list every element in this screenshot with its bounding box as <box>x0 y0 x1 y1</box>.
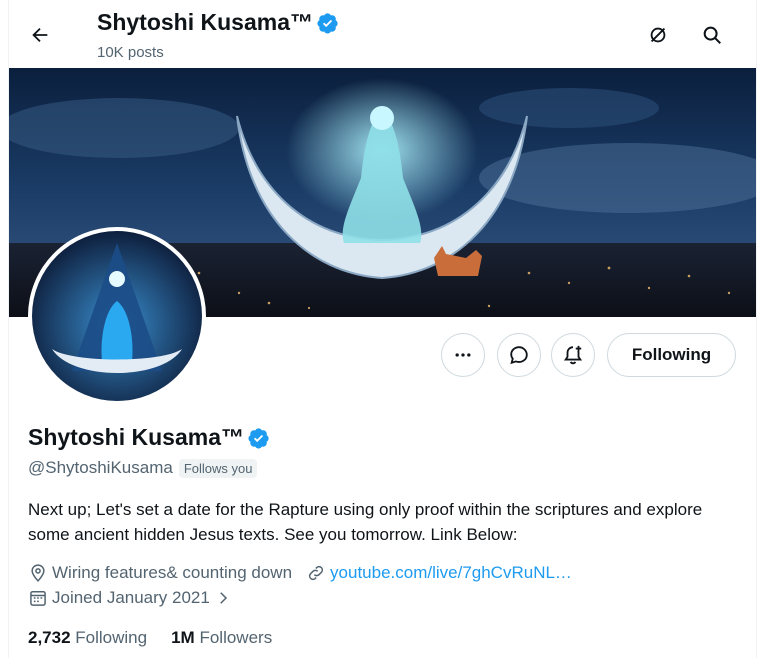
handle-row: @ShytoshiKusama Follows you <box>28 458 258 478</box>
profile-handle: @ShytoshiKusama <box>28 458 173 477</box>
location-pin-icon <box>31 564 45 583</box>
profile-display-name: Shytoshi Kusama™ <box>28 424 244 450</box>
posts-count: 10K posts <box>97 44 164 61</box>
header-title: Shytoshi Kusama™ <box>97 9 339 36</box>
avatar[interactable] <box>32 231 202 401</box>
grok-icon <box>650 27 666 43</box>
search-icon <box>703 26 721 44</box>
search-button[interactable] <box>695 18 729 52</box>
more-horizontal-icon <box>455 353 471 357</box>
following-label: Following <box>75 628 148 647</box>
follow-stats: 2,732 Following 1M Followers <box>28 628 272 648</box>
notifications-button[interactable] <box>551 333 595 377</box>
avatar-frame <box>28 227 206 405</box>
joined-item[interactable]: Joined January 2021 <box>28 588 232 608</box>
more-options-button[interactable] <box>441 333 485 377</box>
location-item: Wiring features& counting down <box>28 563 292 583</box>
profile-bio: Next up; Let's set a date for the Raptur… <box>28 500 703 544</box>
header-display-name: Shytoshi Kusama™ <box>97 9 313 35</box>
website-item: youtube.com/live/7ghCvRuNL… <box>306 563 572 583</box>
followers-stat[interactable]: 1M Followers <box>171 628 272 648</box>
location-text: Wiring features& counting down <box>52 563 293 582</box>
message-bubble-icon <box>510 346 528 365</box>
verified-badge-icon[interactable] <box>248 427 270 449</box>
message-button[interactable] <box>497 333 541 377</box>
following-count: 2,732 <box>28 628 71 647</box>
back-button[interactable] <box>23 18 57 52</box>
followers-count: 1M <box>171 628 195 647</box>
joined-text: Joined January 2021 <box>52 588 210 607</box>
chevron-right-icon <box>220 592 227 604</box>
profile-meta-row: Wiring features& counting down youtube.c… <box>28 563 586 583</box>
following-stat[interactable]: 2,732 Following <box>28 628 147 648</box>
arrow-left-icon <box>32 27 48 43</box>
grok-button[interactable] <box>641 18 675 52</box>
website-link[interactable]: youtube.com/live/7ghCvRuNL… <box>330 563 572 583</box>
following-button[interactable]: Following <box>607 333 736 377</box>
followers-label: Followers <box>199 628 273 647</box>
avatar-image <box>32 231 202 401</box>
profile-name: Shytoshi Kusama™ <box>28 424 270 451</box>
profile-page: Shytoshi Kusama™ 10K posts Following Shy… <box>8 0 757 658</box>
bell-plus-icon <box>563 345 583 365</box>
follows-you-badge: Follows you <box>178 458 258 478</box>
joined-row: Joined January 2021 <box>28 588 246 608</box>
top-bar: Shytoshi Kusama™ 10K posts <box>9 0 756 67</box>
calendar-icon <box>30 591 46 606</box>
verified-badge-icon <box>317 12 338 34</box>
link-icon <box>308 565 324 581</box>
